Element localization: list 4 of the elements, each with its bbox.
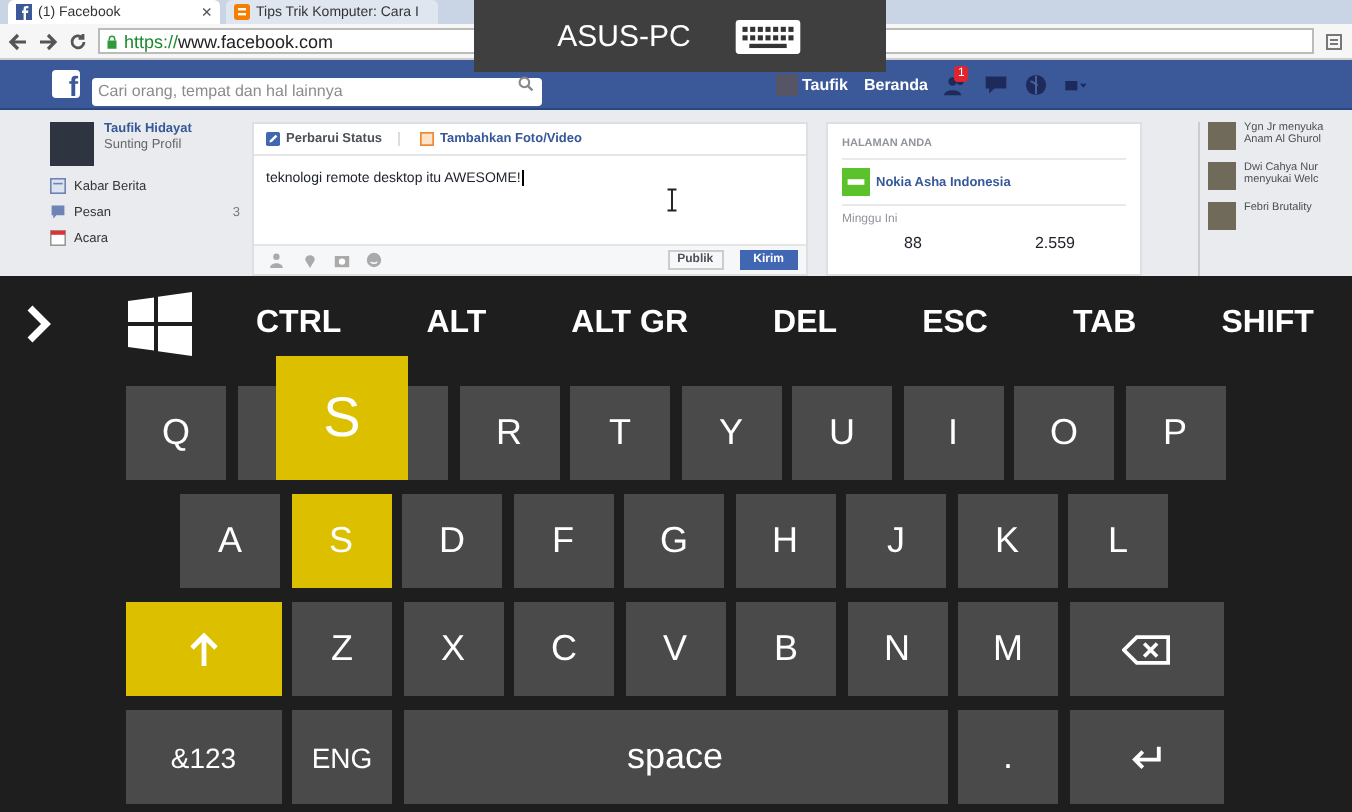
stat-value: 88 bbox=[902, 234, 924, 252]
stat-value: 2.559 bbox=[1032, 234, 1078, 252]
computer-name: ASUS-PC bbox=[557, 19, 691, 53]
key-preview-popup: S bbox=[276, 356, 408, 480]
